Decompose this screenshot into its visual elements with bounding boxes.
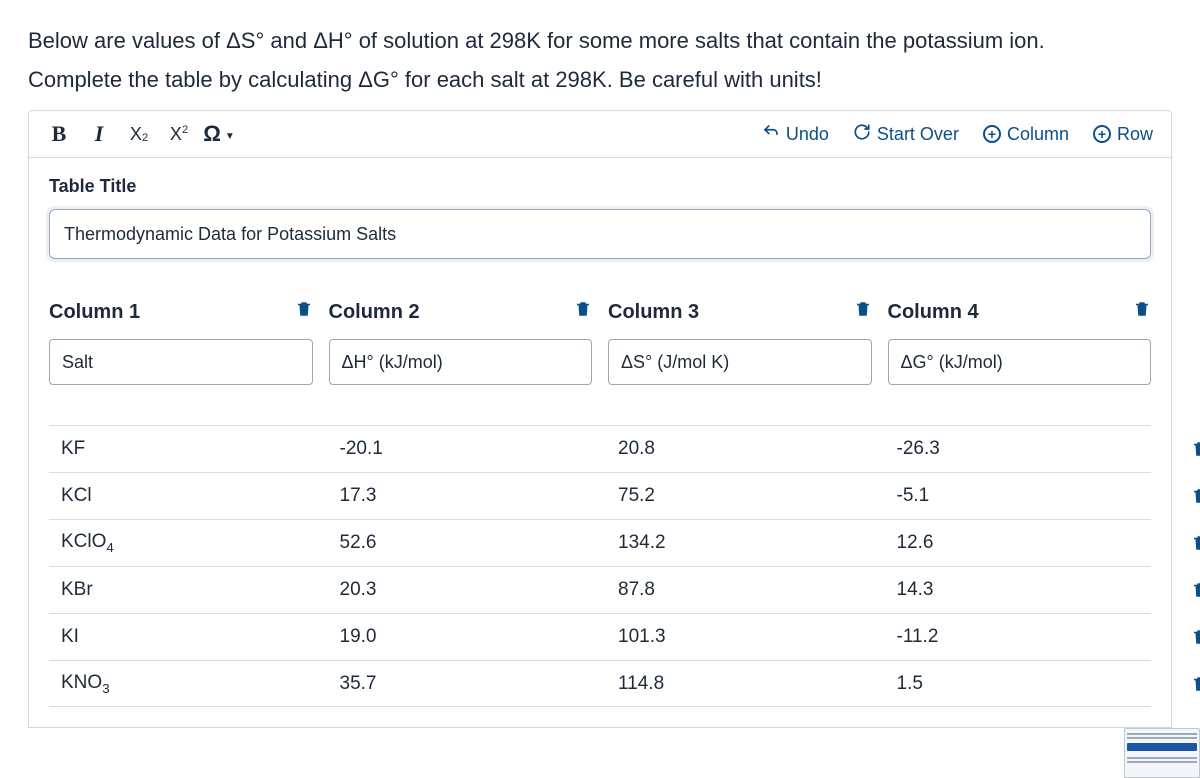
cell-col4[interactable]: -11.2 — [887, 626, 1150, 648]
cell-col1[interactable]: KCl — [51, 485, 314, 507]
cell-col4[interactable]: 14.3 — [887, 579, 1150, 601]
table-row: KI 19.0 101.3 -11.2 — [49, 613, 1151, 660]
column-4-header-value: ΔG° (kJ/mol) — [901, 352, 1003, 373]
cell-col3[interactable]: 114.8 — [608, 673, 871, 695]
table-editor-panel: Table Title Column 1 Salt Column 2 ΔH° (… — [28, 158, 1172, 728]
format-group: B I X2 X2 Ω ▼ — [39, 114, 239, 154]
add-column-button[interactable]: + Column — [983, 124, 1069, 145]
table-title-input[interactable] — [64, 224, 1136, 245]
italic-button[interactable]: I — [79, 114, 119, 154]
omega-icon: Ω — [203, 121, 221, 147]
cell-col3[interactable]: 20.8 — [608, 438, 871, 460]
cell-col2[interactable]: 35.7 — [330, 673, 593, 695]
column-2-label: Column 2 — [329, 301, 420, 324]
superscript-button[interactable]: X2 — [159, 114, 199, 154]
delete-column-3-button[interactable] — [854, 299, 872, 325]
column-block-2: Column 2 ΔH° (kJ/mol) — [329, 299, 593, 385]
table-title-input-wrapper[interactable] — [49, 209, 1151, 259]
action-group: Undo Start Over + Column + Row — [762, 123, 1161, 146]
table-row: KNO3 35.7 114.8 1.5 — [49, 660, 1151, 707]
cell-col2[interactable]: -20.1 — [330, 438, 593, 460]
add-row-button[interactable]: + Row — [1093, 124, 1153, 145]
cell-col4[interactable]: 1.5 — [887, 673, 1150, 695]
page-thumbnail[interactable] — [1124, 728, 1200, 778]
delete-row-button[interactable] — [1191, 519, 1200, 566]
column-block-4: Column 4 ΔG° (kJ/mol) — [888, 299, 1152, 385]
column-4-label: Column 4 — [888, 301, 979, 324]
bold-button[interactable]: B — [39, 114, 79, 154]
cell-col2[interactable]: 17.3 — [330, 485, 593, 507]
column-3-header-value: ΔS° (J/mol K) — [621, 352, 729, 373]
add-column-label: Column — [1007, 124, 1069, 145]
data-rows: KF -20.1 20.8 -26.3 KCl 17.3 75.2 -5.1 KClO4 52.6… — [49, 425, 1151, 707]
plus-icon: + — [1093, 125, 1111, 143]
question-line-1: Below are values of ΔS° and ΔH° of solut… — [28, 24, 1172, 57]
undo-icon — [762, 123, 780, 146]
delete-row-button[interactable] — [1191, 472, 1200, 519]
column-4-header-input[interactable]: ΔG° (kJ/mol) — [888, 339, 1152, 385]
column-3-label: Column 3 — [608, 301, 699, 324]
undo-label: Undo — [786, 124, 829, 145]
column-block-3: Column 3 ΔS° (J/mol K) — [608, 299, 872, 385]
question-line-2: Complete the table by calculating ΔG° fo… — [28, 63, 1172, 96]
column-block-1: Column 1 Salt — [49, 299, 313, 385]
subscript-button[interactable]: X2 — [119, 114, 159, 154]
refresh-icon — [853, 123, 871, 146]
subscript-glyph: X — [130, 124, 142, 145]
cell-col1[interactable]: KBr — [51, 579, 314, 601]
delete-column-4-button[interactable] — [1133, 299, 1151, 325]
delete-column-2-button[interactable] — [574, 299, 592, 325]
cell-col4[interactable]: -26.3 — [887, 438, 1150, 460]
delete-row-button[interactable] — [1191, 660, 1200, 707]
table-row: KF -20.1 20.8 -26.3 — [49, 425, 1151, 472]
cell-col1[interactable]: KNO3 — [51, 672, 314, 696]
table-row: KClO4 52.6 134.2 12.6 — [49, 519, 1151, 566]
delete-row-button[interactable] — [1191, 425, 1200, 472]
delete-row-button[interactable] — [1191, 566, 1200, 613]
cell-col3[interactable]: 134.2 — [608, 532, 871, 554]
column-1-header-input[interactable]: Salt — [49, 339, 313, 385]
chevron-down-icon: ▼ — [225, 131, 235, 142]
cell-col2[interactable]: 52.6 — [330, 532, 593, 554]
start-over-button[interactable]: Start Over — [853, 123, 959, 146]
superscript-glyph: X — [170, 124, 182, 145]
table-row: KBr 20.3 87.8 14.3 — [49, 566, 1151, 613]
cell-col2[interactable]: 19.0 — [330, 626, 593, 648]
column-2-header-value: ΔH° (kJ/mol) — [342, 352, 443, 373]
cell-col1[interactable]: KI — [51, 626, 314, 648]
special-char-button[interactable]: Ω ▼ — [199, 114, 239, 154]
delete-row-button[interactable] — [1191, 613, 1200, 660]
plus-icon: + — [983, 125, 1001, 143]
cell-col1[interactable]: KClO4 — [51, 531, 314, 555]
cell-col2[interactable]: 20.3 — [330, 579, 593, 601]
column-1-header-value: Salt — [62, 352, 93, 373]
column-2-header-input[interactable]: ΔH° (kJ/mol) — [329, 339, 593, 385]
start-over-label: Start Over — [877, 124, 959, 145]
delete-column-1-button[interactable] — [295, 299, 313, 325]
cell-col3[interactable]: 87.8 — [608, 579, 871, 601]
column-3-header-input[interactable]: ΔS° (J/mol K) — [608, 339, 872, 385]
column-headers-row: Column 1 Salt Column 2 ΔH° (kJ/mol) Colu… — [49, 299, 1151, 385]
table-row: KCl 17.3 75.2 -5.1 — [49, 472, 1151, 519]
add-row-label: Row — [1117, 124, 1153, 145]
undo-button[interactable]: Undo — [762, 123, 829, 146]
table-title-label: Table Title — [49, 176, 1151, 197]
cell-col1[interactable]: KF — [51, 438, 314, 460]
cell-col4[interactable]: -5.1 — [887, 485, 1150, 507]
cell-col3[interactable]: 101.3 — [608, 626, 871, 648]
cell-col3[interactable]: 75.2 — [608, 485, 871, 507]
cell-col4[interactable]: 12.6 — [887, 532, 1150, 554]
column-1-label: Column 1 — [49, 301, 140, 324]
row-delete-column — [1191, 425, 1200, 707]
editor-toolbar: B I X2 X2 Ω ▼ Undo Start Over + Column + — [28, 110, 1172, 158]
